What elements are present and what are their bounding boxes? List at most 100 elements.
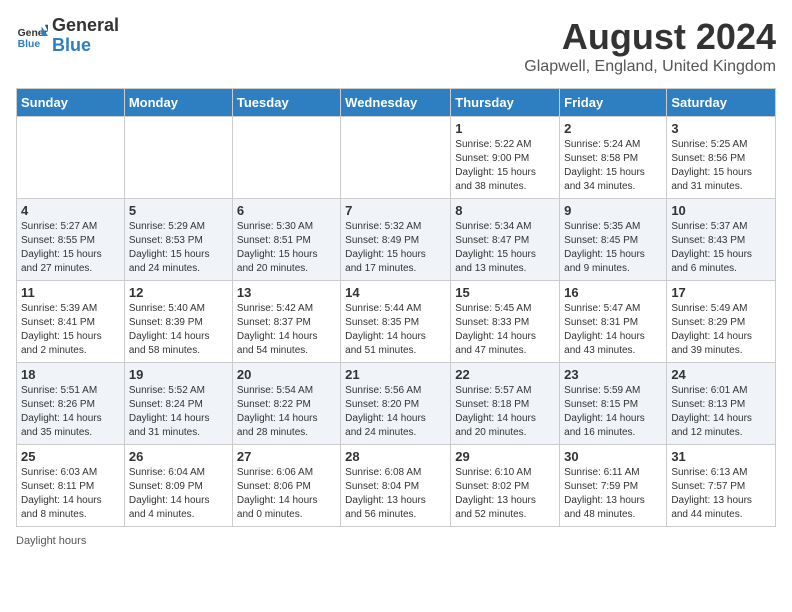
day-number: 7 bbox=[345, 203, 446, 218]
calendar-cell: 5 Sunrise: 5:29 AM Sunset: 8:53 PM Daylig… bbox=[124, 199, 232, 281]
day-info: Sunrise: 5:47 AM Sunset: 8:31 PM Dayligh… bbox=[564, 302, 662, 358]
calendar-cell: 12 Sunrise: 5:40 AM Sunset: 8:39 PM Dayli… bbox=[124, 281, 232, 363]
calendar-cell: 26Sunrise: 6:04 AM Sunset: 8:09 PM Dayli… bbox=[124, 445, 232, 527]
day-number: 22 bbox=[455, 367, 555, 382]
weekday-header-monday: Monday bbox=[124, 89, 232, 117]
calendar-cell bbox=[341, 117, 451, 199]
calendar-cell: 2Sunrise: 5:24 AM Sunset: 8:58 PM Daylig… bbox=[560, 117, 667, 199]
day-info: Sunrise: 6:10 AM Sunset: 8:02 PM Dayligh… bbox=[455, 466, 555, 522]
calendar-cell: 20Sunrise: 5:54 AM Sunset: 8:22 PM Dayli… bbox=[232, 363, 340, 445]
day-info: Sunrise: 5:44 AM Sunset: 8:35 PM Dayligh… bbox=[345, 302, 446, 358]
title-block: August 2024 Glapwell, England, United Ki… bbox=[524, 16, 776, 76]
day-number: 5 bbox=[129, 203, 228, 218]
calendar-cell: 16 Sunrise: 5:47 AM Sunset: 8:31 PM Dayli… bbox=[560, 281, 667, 363]
day-number: 2 bbox=[564, 121, 662, 136]
day-number: 13 bbox=[237, 285, 336, 300]
day-info: Sunrise: 5:40 AM Sunset: 8:39 PM Dayligh… bbox=[129, 302, 228, 358]
calendar-cell: 10Sunrise: 5:37 AM Sunset: 8:43 PM Dayli… bbox=[667, 199, 776, 281]
day-info: Sunrise: 6:06 AM Sunset: 8:06 PM Dayligh… bbox=[237, 466, 336, 522]
daylight-hours-label: Daylight hours bbox=[16, 535, 86, 547]
weekday-header-friday: Friday bbox=[560, 89, 667, 117]
day-info: Sunrise: 5:27 AM Sunset: 8:55 PM Dayligh… bbox=[21, 220, 120, 276]
calendar-cell: 24 Sunrise: 6:01 AM Sunset: 8:13 PM Dayli… bbox=[667, 363, 776, 445]
calendar-week-2: 4 Sunrise: 5:27 AM Sunset: 8:55 PM Daylig… bbox=[17, 199, 776, 281]
day-number: 6 bbox=[237, 203, 336, 218]
logo-line2: Blue bbox=[52, 36, 119, 56]
weekday-header-tuesday: Tuesday bbox=[232, 89, 340, 117]
day-info: Sunrise: 5:22 AM Sunset: 9:00 PM Dayligh… bbox=[455, 138, 555, 194]
calendar-cell: 25 Sunrise: 6:03 AM Sunset: 8:11 PM Dayli… bbox=[17, 445, 125, 527]
day-number: 19 bbox=[129, 367, 228, 382]
calendar-cell: 9 Sunrise: 5:35 AM Sunset: 8:45 PM Daylig… bbox=[560, 199, 667, 281]
location: Glapwell, England, United Kingdom bbox=[524, 58, 776, 76]
calendar-cell: 23Sunrise: 5:59 AM Sunset: 8:15 PM Dayli… bbox=[560, 363, 667, 445]
calendar-cell: 18 Sunrise: 5:51 AM Sunset: 8:26 PM Dayli… bbox=[17, 363, 125, 445]
day-info: Sunrise: 6:13 AM Sunset: 7:57 PM Dayligh… bbox=[671, 466, 771, 522]
weekday-header-saturday: Saturday bbox=[667, 89, 776, 117]
day-info: Sunrise: 5:39 AM Sunset: 8:41 PM Dayligh… bbox=[21, 302, 120, 358]
day-number: 12 bbox=[129, 285, 228, 300]
day-info: Sunrise: 5:35 AM Sunset: 8:45 PM Dayligh… bbox=[564, 220, 662, 276]
calendar-cell: 28Sunrise: 6:08 AM Sunset: 8:04 PM Dayli… bbox=[341, 445, 451, 527]
day-info: Sunrise: 6:11 AM Sunset: 7:59 PM Dayligh… bbox=[564, 466, 662, 522]
day-number: 23 bbox=[564, 367, 662, 382]
calendar-cell: 7 Sunrise: 5:32 AM Sunset: 8:49 PM Daylig… bbox=[341, 199, 451, 281]
day-number: 4 bbox=[21, 203, 120, 218]
day-info: Sunrise: 5:52 AM Sunset: 8:24 PM Dayligh… bbox=[129, 384, 228, 440]
calendar-cell: 8 Sunrise: 5:34 AM Sunset: 8:47 PM Daylig… bbox=[451, 199, 560, 281]
day-info: Sunrise: 5:51 AM Sunset: 8:26 PM Dayligh… bbox=[21, 384, 120, 440]
calendar-cell: 13 Sunrise: 5:42 AM Sunset: 8:37 PM Dayli… bbox=[232, 281, 340, 363]
calendar-cell: 21 Sunrise: 5:56 AM Sunset: 8:20 PM Dayli… bbox=[341, 363, 451, 445]
day-number: 24 bbox=[671, 367, 771, 382]
calendar: SundayMondayTuesdayWednesdayThursdayFrid… bbox=[16, 88, 776, 527]
day-number: 31 bbox=[671, 449, 771, 464]
calendar-week-3: 11 Sunrise: 5:39 AM Sunset: 8:41 PM Dayli… bbox=[17, 281, 776, 363]
calendar-cell: 14Sunrise: 5:44 AM Sunset: 8:35 PM Dayli… bbox=[341, 281, 451, 363]
calendar-cell: 31 Sunrise: 6:13 AM Sunset: 7:57 PM Dayli… bbox=[667, 445, 776, 527]
day-info: Sunrise: 5:29 AM Sunset: 8:53 PM Dayligh… bbox=[129, 220, 228, 276]
calendar-cell: 3 Sunrise: 5:25 AM Sunset: 8:56 PM Daylig… bbox=[667, 117, 776, 199]
calendar-week-4: 18 Sunrise: 5:51 AM Sunset: 8:26 PM Dayli… bbox=[17, 363, 776, 445]
day-info: Sunrise: 5:54 AM Sunset: 8:22 PM Dayligh… bbox=[237, 384, 336, 440]
day-info: Sunrise: 5:25 AM Sunset: 8:56 PM Dayligh… bbox=[671, 138, 771, 194]
calendar-cell: 22Sunrise: 5:57 AM Sunset: 8:18 PM Dayli… bbox=[451, 363, 560, 445]
day-number: 25 bbox=[21, 449, 120, 464]
day-info: Sunrise: 5:32 AM Sunset: 8:49 PM Dayligh… bbox=[345, 220, 446, 276]
day-number: 9 bbox=[564, 203, 662, 218]
page-header: General Blue General Blue August 2024 Gl… bbox=[16, 16, 776, 76]
weekday-header-wednesday: Wednesday bbox=[341, 89, 451, 117]
day-info: Sunrise: 6:01 AM Sunset: 8:13 PM Dayligh… bbox=[671, 384, 771, 440]
day-number: 8 bbox=[455, 203, 555, 218]
day-number: 11 bbox=[21, 285, 120, 300]
day-number: 1 bbox=[455, 121, 555, 136]
day-number: 21 bbox=[345, 367, 446, 382]
footer-note: Daylight hours bbox=[16, 535, 776, 547]
calendar-week-1: 1 Sunrise: 5:22 AM Sunset: 9:00 PM Daylig… bbox=[17, 117, 776, 199]
day-info: Sunrise: 5:30 AM Sunset: 8:51 PM Dayligh… bbox=[237, 220, 336, 276]
calendar-cell: 17Sunrise: 5:49 AM Sunset: 8:29 PM Dayli… bbox=[667, 281, 776, 363]
day-info: Sunrise: 5:34 AM Sunset: 8:47 PM Dayligh… bbox=[455, 220, 555, 276]
month-title: August 2024 bbox=[524, 16, 776, 58]
day-number: 3 bbox=[671, 121, 771, 136]
calendar-cell: 27 Sunrise: 6:06 AM Sunset: 8:06 PM Dayli… bbox=[232, 445, 340, 527]
calendar-header-row: SundayMondayTuesdayWednesdayThursdayFrid… bbox=[17, 89, 776, 117]
logo: General Blue General Blue bbox=[16, 16, 119, 56]
day-number: 18 bbox=[21, 367, 120, 382]
calendar-cell bbox=[17, 117, 125, 199]
logo-text: General Blue bbox=[52, 16, 119, 56]
day-info: Sunrise: 5:42 AM Sunset: 8:37 PM Dayligh… bbox=[237, 302, 336, 358]
weekday-header-sunday: Sunday bbox=[17, 89, 125, 117]
day-info: Sunrise: 6:03 AM Sunset: 8:11 PM Dayligh… bbox=[21, 466, 120, 522]
day-info: Sunrise: 6:04 AM Sunset: 8:09 PM Dayligh… bbox=[129, 466, 228, 522]
day-number: 27 bbox=[237, 449, 336, 464]
day-info: Sunrise: 5:56 AM Sunset: 8:20 PM Dayligh… bbox=[345, 384, 446, 440]
calendar-cell: 11 Sunrise: 5:39 AM Sunset: 8:41 PM Dayli… bbox=[17, 281, 125, 363]
logo-line1: General bbox=[52, 16, 119, 36]
logo-icon: General Blue bbox=[16, 20, 48, 52]
calendar-cell: 19 Sunrise: 5:52 AM Sunset: 8:24 PM Dayli… bbox=[124, 363, 232, 445]
day-number: 17 bbox=[671, 285, 771, 300]
calendar-cell: 1 Sunrise: 5:22 AM Sunset: 9:00 PM Daylig… bbox=[451, 117, 560, 199]
day-number: 16 bbox=[564, 285, 662, 300]
calendar-cell: 15Sunrise: 5:45 AM Sunset: 8:33 PM Dayli… bbox=[451, 281, 560, 363]
day-number: 15 bbox=[455, 285, 555, 300]
